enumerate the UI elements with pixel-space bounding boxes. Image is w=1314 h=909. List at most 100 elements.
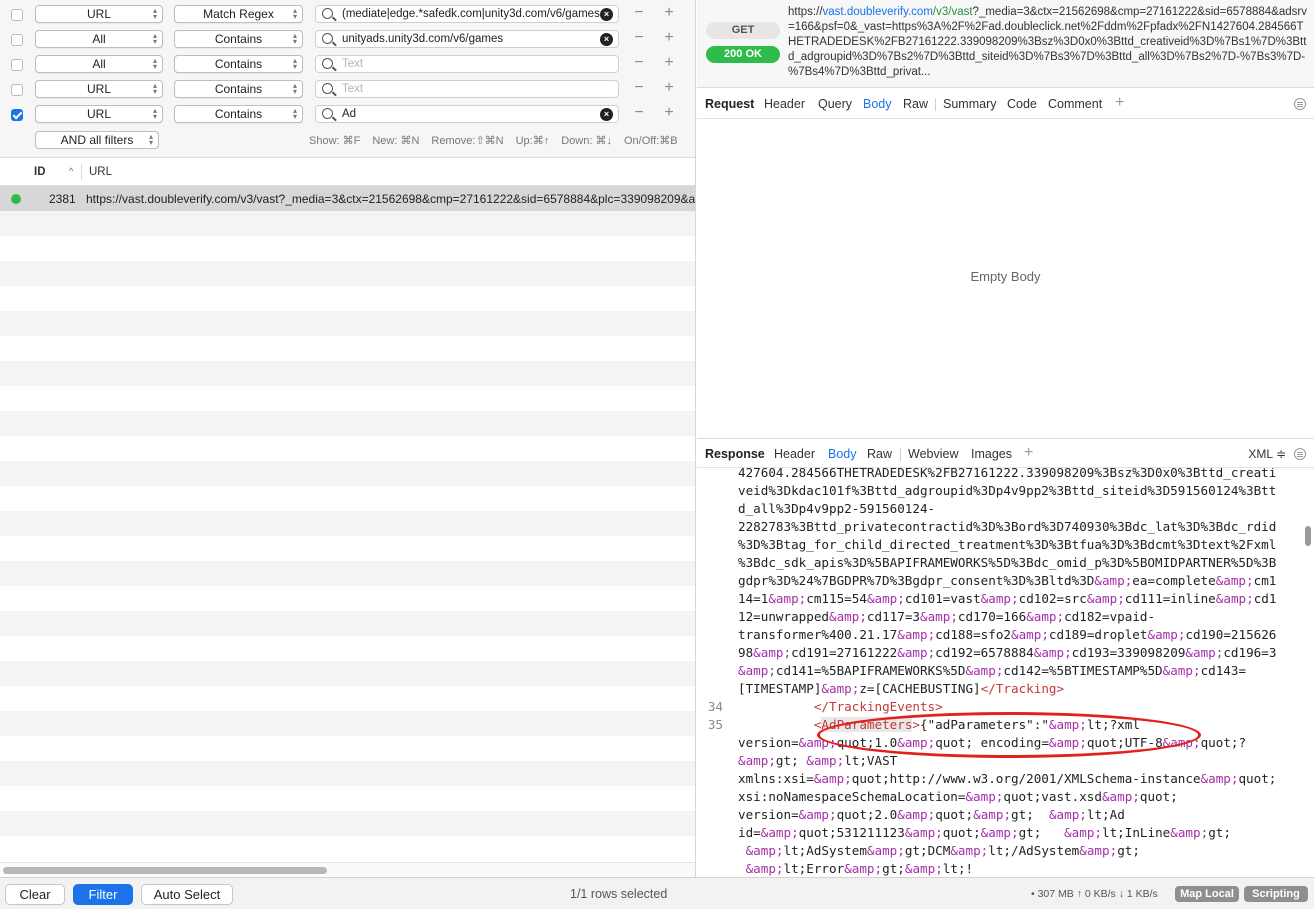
chevron-updown-icon: ▴ ▾ [292,56,297,71]
filter-value-input[interactable]: Ad × [315,105,619,123]
tab-request-query[interactable]: Query [818,97,852,111]
remove-filter-button[interactable]: − [632,105,646,121]
remove-filter-button[interactable]: − [632,80,646,96]
filter-enabled-checkbox[interactable] [11,9,23,21]
filter-operator-select[interactable]: Contains ▴ ▾ [174,105,303,123]
tab-response-images[interactable]: Images [971,447,1012,461]
filter-value-input[interactable]: (mediate|edge.*safedk.com|unity3d.com/v6… [315,5,619,23]
clear-button[interactable]: Clear [5,884,65,905]
code-text: 98&amp;cd191=27161222&amp;cd192=6578884&… [738,645,1277,660]
clear-input-icon[interactable]: × [600,108,613,121]
tab-response-body[interactable]: Body [828,447,857,461]
scrollbar-thumb[interactable] [3,867,327,874]
tab-response-raw[interactable]: Raw [867,447,892,461]
remove-filter-button[interactable]: − [632,55,646,71]
horizontal-scrollbar[interactable] [0,862,695,877]
vertical-scrollbar-thumb[interactable] [1305,526,1311,546]
clear-input-icon[interactable]: × [600,33,613,46]
table-row[interactable]: 2381 https://vast.doubleverify.com/v3/vas… [0,186,695,211]
filter-operator-select[interactable]: Contains ▴ ▾ [174,30,303,48]
code-line: %3Bdc_sdk_apis%3D%5BAPIFRAMEWORKS%5D%3Bd… [697,554,1302,572]
shortcut-hint: New: ⌘N [372,135,420,147]
tab-response-webview[interactable]: Webview [908,447,958,461]
request-summary: GET 200 OK https://vast.doubleverify.com… [697,0,1314,88]
code-line: xmlns:xsi=&amp;quot;http://www.w3.org/20… [697,770,1302,788]
add-filter-button[interactable]: + [662,55,676,71]
filter-enabled-checkbox[interactable] [11,109,23,121]
table-row [0,411,695,436]
code-line: [TIMESTAMP]&amp;z=[CACHEBUSTING]</Tracki… [697,680,1302,698]
table-row [0,636,695,661]
table-row [0,336,695,361]
request-body: Empty Body [697,119,1314,437]
options-icon[interactable] [1294,448,1306,460]
add-tab-icon[interactable]: + [1024,444,1033,462]
auto-select-button[interactable]: Auto Select [141,884,233,905]
response-tab-bar: Response Header Body Raw Webview Images … [697,438,1314,468]
chevron-updown-icon: ▴ ▾ [152,56,157,71]
options-icon[interactable] [1294,98,1306,110]
clear-input-icon[interactable]: × [600,8,613,21]
request-list: 2381 https://vast.doubleverify.com/v3/vas… [0,186,695,862]
filter-panel: URL ▴ ▾ Match Regex ▴ ▾ (mediate|edge.*safedk.… [0,0,695,158]
code-line: &amp;gt; &amp;lt;VAST [697,752,1302,770]
remove-filter-button[interactable]: − [632,5,646,21]
filter-operator-select[interactable]: Contains ▴ ▾ [174,80,303,98]
sort-ascending-icon[interactable]: ^ [69,166,73,176]
table-row [0,786,695,811]
add-tab-icon[interactable]: + [1115,94,1124,112]
add-filter-button[interactable]: + [662,5,676,21]
filter-operator-select[interactable]: Contains ▴ ▾ [174,55,303,73]
filter-field-select[interactable]: URL ▴ ▾ [35,105,163,123]
filter-operator-select[interactable]: Match Regex ▴ ▾ [174,5,303,23]
format-select[interactable]: XML ≑ [1248,447,1286,461]
add-filter-button[interactable]: + [662,80,676,96]
filter-field-select[interactable]: All ▴ ▾ [35,55,163,73]
map-local-badge[interactable]: Map Local [1175,886,1239,902]
chevron-updown-icon: ▴ ▾ [292,106,297,121]
chevron-updown-icon: ▴ ▾ [152,106,157,121]
code-line: &amp;lt;AdSystem&amp;gt;DCM&amp;lt;/AdSy… [697,842,1302,860]
filter-field-select[interactable]: All ▴ ▾ [35,30,163,48]
tab-response-header[interactable]: Header [774,447,815,461]
filter-enabled-checkbox[interactable] [11,84,23,96]
filter-field-select[interactable]: URL ▴ ▾ [35,80,163,98]
scripting-badge[interactable]: Scripting [1244,886,1308,902]
code-text: xmlns:xsi=&amp;quot;http://www.w3.org/20… [738,771,1277,786]
column-header-url[interactable]: URL [89,166,112,178]
table-header: ID ^ URL [0,158,695,186]
shortcut-hint: Up:⌘↑ [515,135,550,147]
tab-request-comment[interactable]: Comment [1048,97,1102,111]
code-text: 427604.284566THETRADEDESK%2FB27161222.33… [738,468,1277,480]
tab-request-body[interactable]: Body [863,97,892,111]
tab-request-code[interactable]: Code [1007,97,1037,111]
filter-field-select[interactable]: URL ▴ ▾ [35,5,163,23]
filter-row: All ▴ ▾ Contains ▴ ▾ unityads.unity3d.com/v6/g… [0,27,695,52]
table-row [0,286,695,311]
add-filter-button[interactable]: + [662,105,676,121]
filter-value-input[interactable]: Text [315,55,619,73]
code-text: &amp;cd141=%5BAPIFRAMEWORKS%5D&amp;cd142… [738,663,1247,678]
tab-request-raw[interactable]: Raw [903,97,928,111]
filter-button[interactable]: Filter [73,884,133,905]
method-badge: GET [706,22,780,39]
tab-request-summary[interactable]: Summary [943,97,996,111]
filter-enabled-checkbox[interactable] [11,34,23,46]
request-url[interactable]: https://vast.doubleverify.com/v3/vast?_m… [788,5,1308,80]
left-pane: URL ▴ ▾ Match Regex ▴ ▾ (mediate|edge.*safedk.… [0,0,696,877]
code-text: veid%3Dkdac101f%3Bttd_adgroupid%3Dp4v9pp… [738,483,1277,498]
add-filter-button[interactable]: + [662,30,676,46]
remove-filter-button[interactable]: − [632,30,646,46]
tab-divider [900,448,901,461]
code-text: 2282783%3Bttd_privatecontractid%3D%3Bord… [738,519,1277,534]
filter-combiner-select[interactable]: AND all filters ▴ ▾ [35,131,159,149]
filter-value-input[interactable]: Text [315,80,619,98]
code-line: version=&amp;quot;1.0&amp;quot; encoding… [697,734,1302,752]
code-text: transformer%400.21.17&amp;cd188=sfo2&amp… [738,627,1277,642]
column-header-id[interactable]: ID [34,166,46,178]
filter-enabled-checkbox[interactable] [11,59,23,71]
filter-value-input[interactable]: unityads.unity3d.com/v6/games × [315,30,619,48]
code-line: %3D%3Btag_for_child_directed_treatment%3… [697,536,1302,554]
tab-request-header[interactable]: Header [764,97,805,111]
chevron-updown-icon: ▴ ▾ [292,6,297,21]
